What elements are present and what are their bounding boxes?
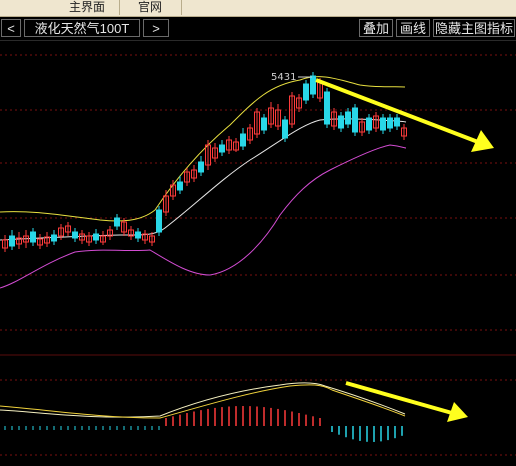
- candle-body: [135, 231, 141, 239]
- candle-body: [114, 217, 120, 227]
- candle-body: [324, 91, 330, 125]
- candle-body: [240, 133, 246, 147]
- candle-body: [380, 117, 386, 131]
- candle-body: [366, 117, 372, 131]
- candle-body: [303, 83, 309, 101]
- candle-body: [93, 233, 99, 241]
- candle-body: [352, 107, 358, 133]
- candle-body: [345, 111, 351, 125]
- candle-body: [156, 209, 162, 233]
- candle-body: [30, 231, 36, 243]
- bollinger-mid-line: [0, 118, 407, 241]
- candle-body: [310, 75, 316, 95]
- candle-body: [394, 117, 400, 127]
- peak-price-label: 5431: [271, 72, 297, 83]
- candle-body: [387, 117, 393, 129]
- candle-body: [177, 181, 183, 191]
- bollinger-upper-line: [0, 76, 406, 222]
- candle-body: [51, 234, 57, 242]
- candle-body: [261, 117, 267, 131]
- price-chart[interactable]: [0, 0, 516, 466]
- trend-arrow-line: [315, 78, 479, 144]
- candle-body: [219, 144, 225, 153]
- candle-body: [72, 231, 78, 239]
- candle-body: [9, 235, 15, 247]
- candle-body: [282, 119, 288, 139]
- candle-body: [338, 115, 344, 129]
- candle-body: [198, 161, 204, 173]
